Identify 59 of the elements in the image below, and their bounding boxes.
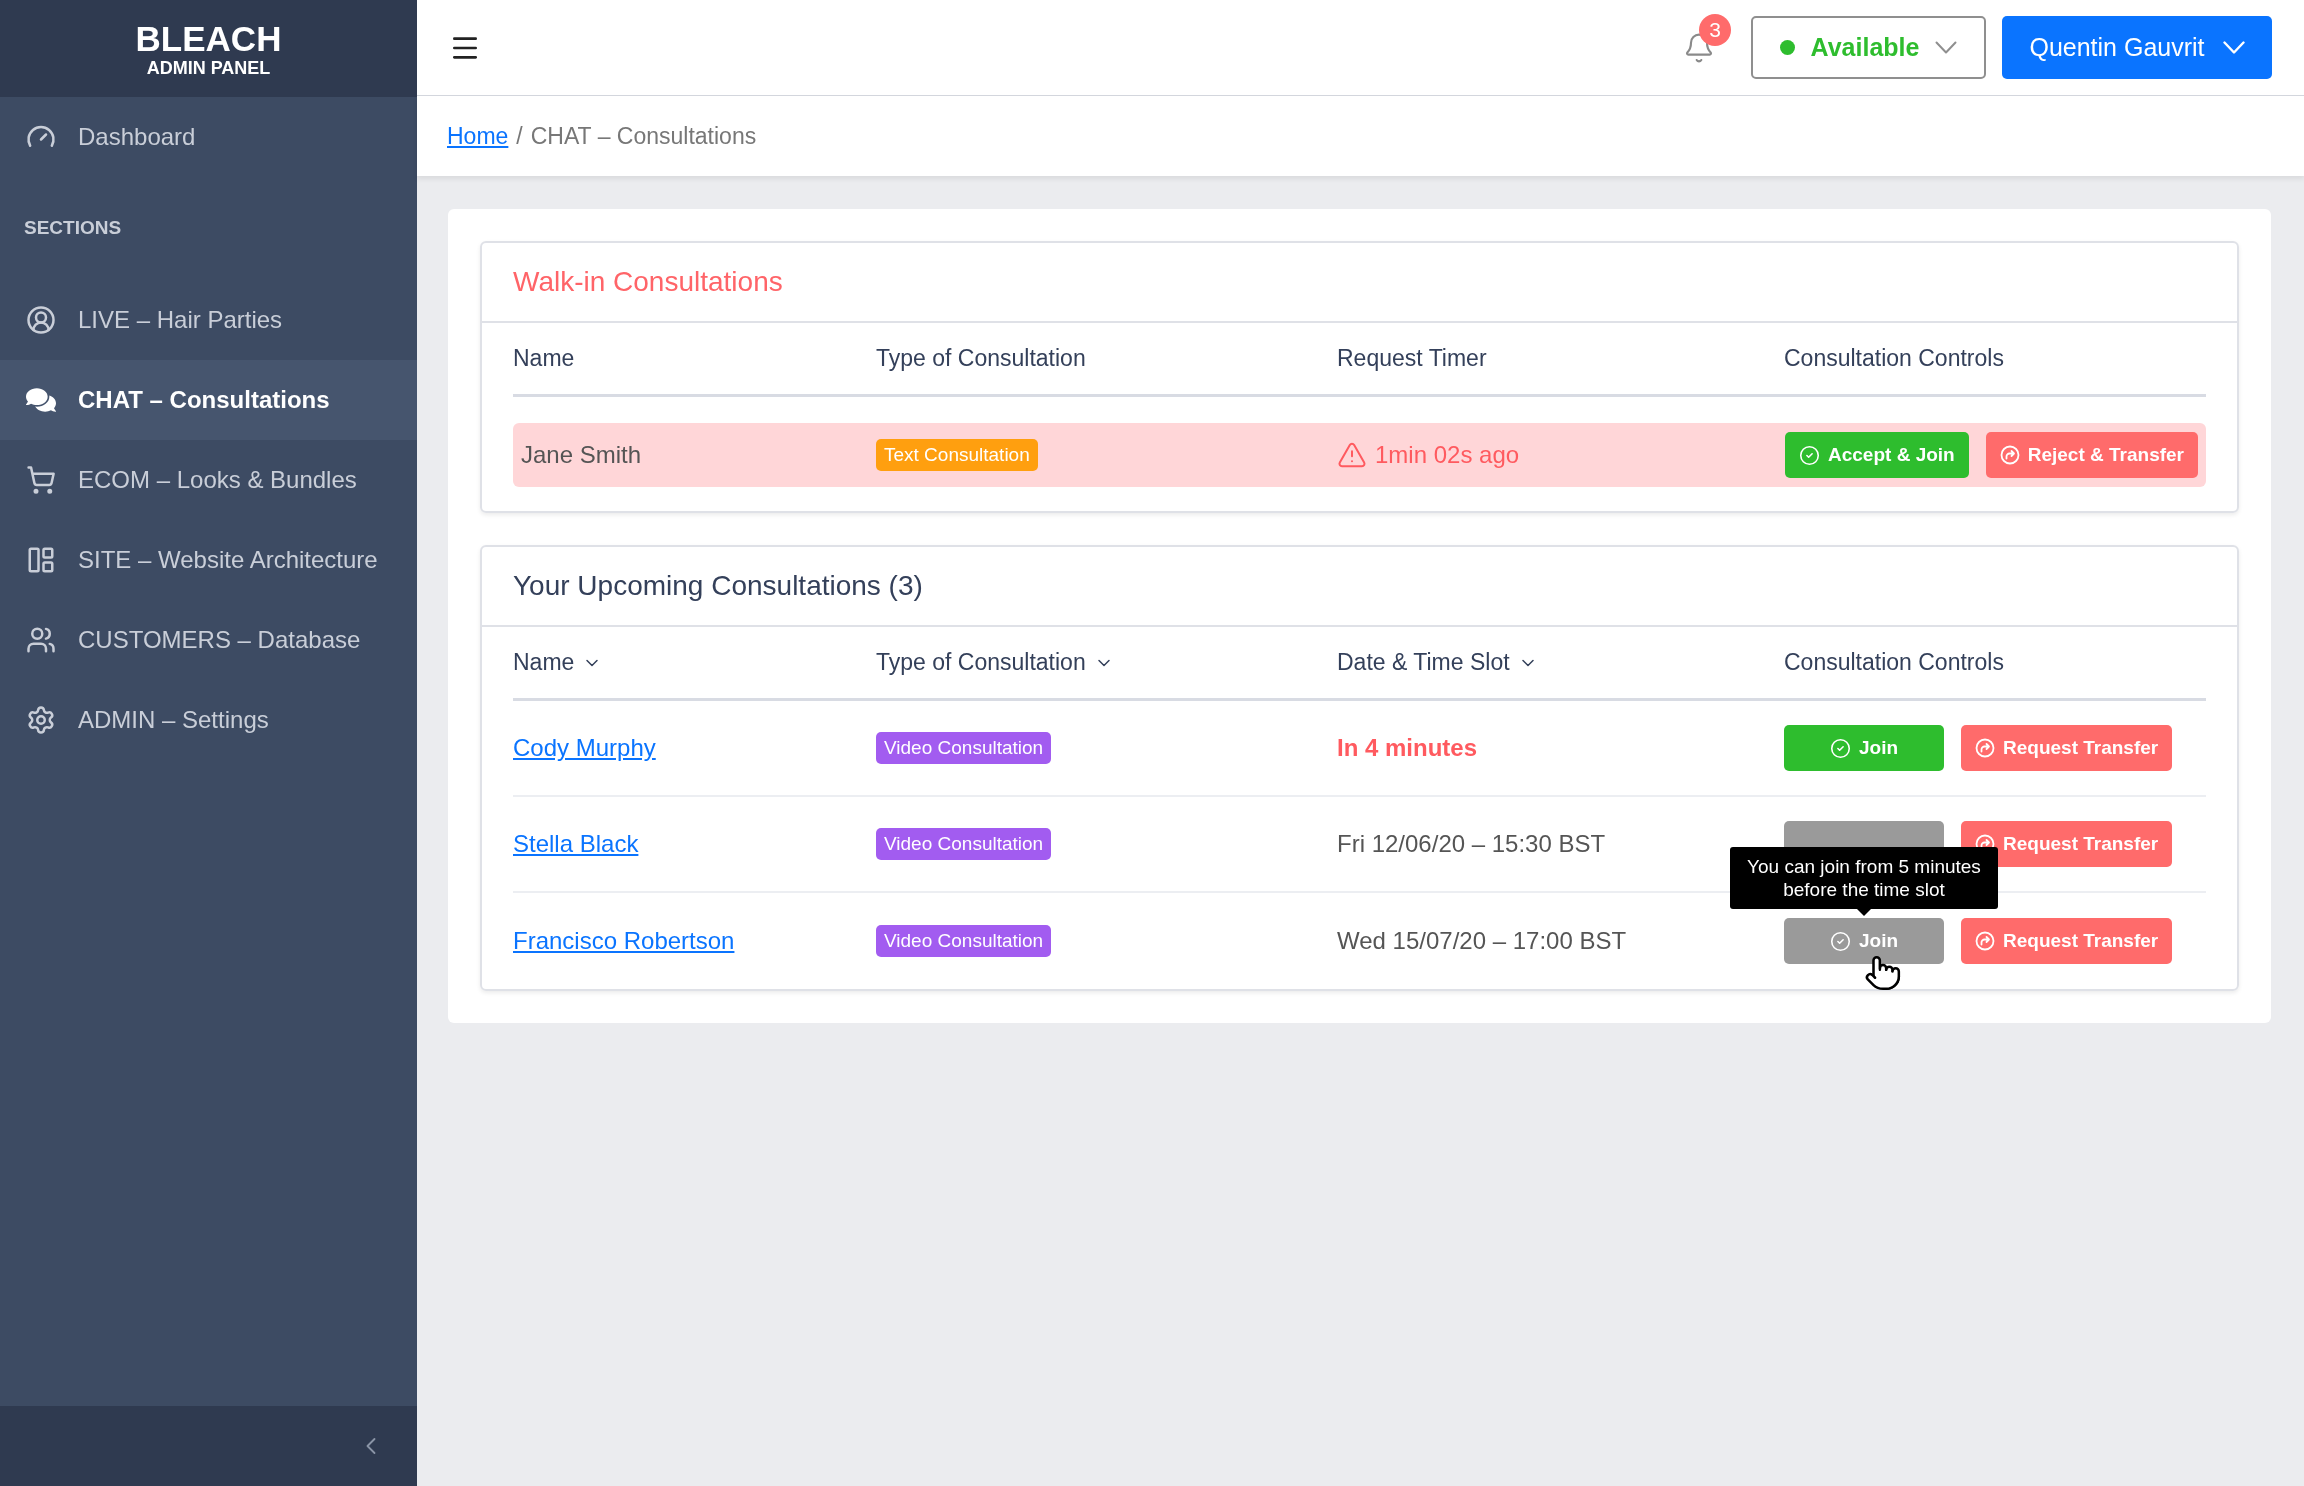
chevron-down-icon xyxy=(1935,41,1958,54)
column-header: Consultation Controls xyxy=(1784,648,2004,678)
consultation-type-badge: Video Consultation xyxy=(876,732,1052,764)
section-title: SECTIONS xyxy=(24,216,122,241)
customer-name-link[interactable]: Cody Murphy xyxy=(513,730,656,766)
column-header: Request Timer xyxy=(1337,344,1487,374)
column-header: Name xyxy=(513,344,575,374)
chat-bubbles-icon xyxy=(26,385,56,415)
join-button[interactable]: Accept & Join xyxy=(1785,432,1969,478)
consultation-type-badge: Text Consultation xyxy=(876,439,1038,471)
column-header: Type of Consultation xyxy=(876,344,1086,374)
customer-name-link[interactable]: Francisco Robertson xyxy=(513,923,735,959)
sidebar-item[interactable]: LIVE – Hair Parties xyxy=(0,280,417,360)
redirect-icon xyxy=(1999,445,2020,465)
check-circle-icon xyxy=(1829,930,1851,952)
transfer-button[interactable]: Request Transfer xyxy=(1961,918,2173,964)
warning-icon xyxy=(1337,440,1367,470)
consultation-type-badge: Video Consultation xyxy=(876,925,1052,957)
customer-name: Jane Smith xyxy=(520,440,642,470)
sidebar-item[interactable]: ECOM – Looks & Bundles xyxy=(0,440,417,520)
tooltip: You can join from 5 minutes before the time slot xyxy=(1730,847,1998,916)
brand-title: BLEACH xyxy=(135,19,282,58)
sidebar-item[interactable]: ADMIN – Settings xyxy=(0,680,417,760)
time-slot: Wed 15/07/20 – 17:00 BST xyxy=(1337,923,1627,959)
redirect-icon xyxy=(1975,931,1995,951)
breadcrumb-current: CHAT – Consultations xyxy=(530,121,757,151)
settings-icon xyxy=(26,705,56,735)
sidebar-item[interactable]: Dashboard xyxy=(0,97,417,177)
chevron-down-icon xyxy=(2222,41,2245,54)
consultation-type-badge: Video Consultation xyxy=(876,828,1052,860)
status-dropdown[interactable]: Available xyxy=(1751,16,1986,79)
sidebar-item[interactable]: CUSTOMERS – Database xyxy=(0,600,417,680)
user-circle-icon xyxy=(26,305,56,335)
time-slot: In 4 minutes xyxy=(1337,730,1478,766)
redirect-icon xyxy=(1975,738,1995,758)
check-circle-icon xyxy=(1829,737,1851,759)
customer-name-link[interactable]: Stella Black xyxy=(513,826,639,862)
time-slot: Fri 12/06/20 – 15:30 BST xyxy=(1337,826,1606,862)
sidebar-item[interactable]: CHAT – Consultations xyxy=(0,360,417,440)
panel-title: Walk-in Consultations xyxy=(513,265,783,299)
column-header[interactable]: Type of Consultation xyxy=(876,645,1114,680)
user-menu-button[interactable]: Quentin Gauvrit xyxy=(2002,16,2272,79)
check-circle-icon xyxy=(1799,444,1820,466)
layout-icon xyxy=(26,545,56,575)
column-header[interactable]: Date & Time Slot xyxy=(1337,645,1538,680)
cart-icon xyxy=(26,465,56,495)
sidebar-item[interactable]: SITE – Website Architecture xyxy=(0,520,417,600)
column-header: Consultation Controls xyxy=(1784,344,2004,374)
breadcrumb-separator: / xyxy=(516,121,523,151)
users-icon xyxy=(26,625,56,655)
request-timer: 1min 02s ago xyxy=(1375,440,1520,470)
notification-count: 3 xyxy=(1699,13,1731,46)
brand-subtitle: ADMIN PANEL xyxy=(146,57,271,78)
panel-title: Your Upcoming Consultations (3) xyxy=(513,569,923,603)
column-header[interactable]: Name xyxy=(513,645,603,680)
join-button[interactable]: Join xyxy=(1784,725,1944,771)
transfer-button[interactable]: Request Transfer xyxy=(1961,725,2173,771)
breadcrumb-link[interactable]: Home xyxy=(447,118,509,154)
transfer-button[interactable]: Reject & Transfer xyxy=(1985,432,2198,478)
